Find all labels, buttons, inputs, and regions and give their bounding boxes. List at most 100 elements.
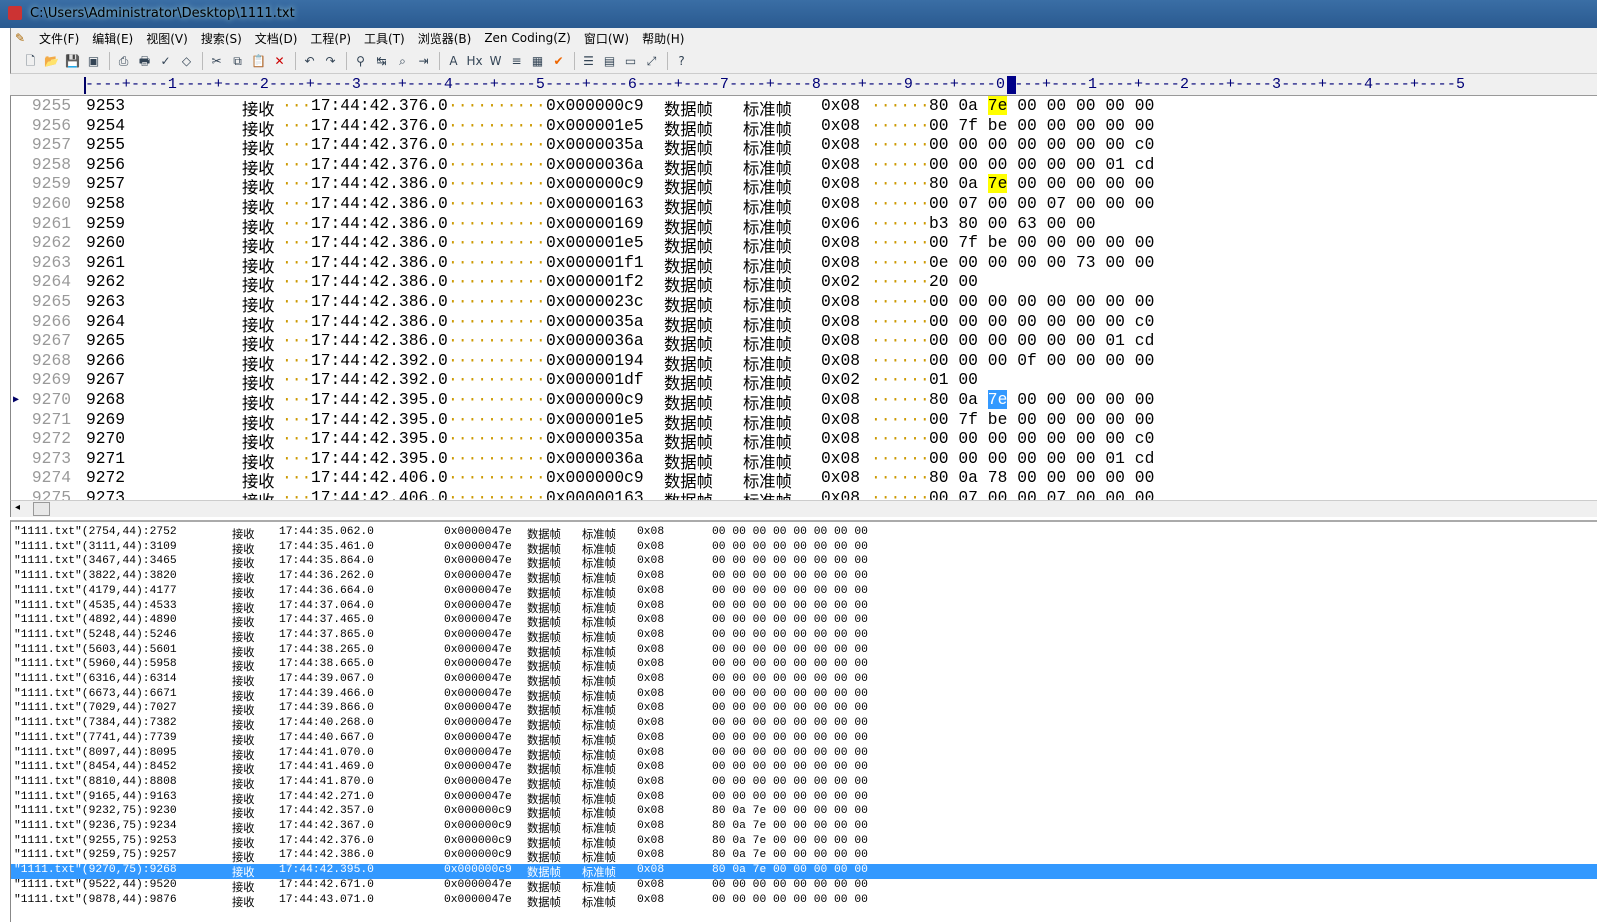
menu-item[interactable]: 文档(D) xyxy=(255,30,298,47)
editor-line[interactable]: 9263 9261 接收 ··· 17:44:42.386.0 ·········· 0x0… xyxy=(11,253,1597,277)
whitespace: ······ xyxy=(871,96,930,115)
menu-item[interactable]: Zen Coding(Z) xyxy=(484,31,571,45)
output-result-line[interactable]: "1111.txt"(3111,44):3109 接收 17:44:35.461.0… xyxy=(11,541,1597,557)
panel-icon[interactable]: ▤ xyxy=(600,52,619,70)
new-file-icon[interactable]: 🗋 xyxy=(21,52,40,70)
output-result-line[interactable]: "1111.txt"(2754,44):2752 接收 17:44:35.062.0… xyxy=(11,526,1597,542)
replace-icon[interactable]: ↹ xyxy=(372,52,391,70)
dlc: 0x08 xyxy=(637,599,665,612)
print-preview-icon[interactable]: ⎙ xyxy=(114,52,133,70)
editor-line[interactable]: 9264 9262 接收 ··· 17:44:42.386.0 ·········· 0x0… xyxy=(11,272,1597,296)
horizontal-scrollbar[interactable]: ◂ xyxy=(10,500,1597,517)
editor-line[interactable]: 9256 9254 接收 ··· 17:44:42.376.0 ·········· 0x0… xyxy=(11,116,1597,140)
output-result-line[interactable]: "1111.txt"(5603,44):5601 接收 17:44:38.265.0… xyxy=(11,644,1597,660)
output-result-line[interactable]: "1111.txt"(4892,44):4890 接收 17:44:37.465.0… xyxy=(11,614,1597,630)
editor-line[interactable]: 9266 9264 接收 ··· 17:44:42.386.0 ·········· 0x0… xyxy=(11,312,1597,336)
output-result-line[interactable]: "1111.txt"(5248,44):5246 接收 17:44:37.865.0… xyxy=(11,629,1597,645)
output-result-line[interactable]: "1111.txt"(8097,44):8095 接收 17:44:41.070.0… xyxy=(11,747,1597,763)
save-icon[interactable]: 💾 xyxy=(63,52,82,70)
paste-icon[interactable]: 📋 xyxy=(249,52,268,70)
open-icon[interactable]: 📂 xyxy=(42,52,61,70)
editor-line[interactable]: 9268 9266 接收 ··· 17:44:42.392.0 ·········· 0x0… xyxy=(11,351,1597,375)
help-icon[interactable]: ? xyxy=(672,52,691,70)
cut-icon[interactable]: ✂ xyxy=(207,52,226,70)
check-icon[interactable]: ✔ xyxy=(549,52,568,70)
scroll-left-arrow-icon[interactable]: ◂ xyxy=(15,502,20,513)
editor-line[interactable]: 9260 9258 接收 ··· 17:44:42.386.0 ·········· 0x0… xyxy=(11,194,1597,218)
editor-line[interactable]: 92759273接收···17:44:42.406.0··········0x0… xyxy=(11,488,1597,500)
menu-item[interactable]: 视图(V) xyxy=(146,30,188,47)
menu-item[interactable]: 窗口(W) xyxy=(584,30,629,47)
copy-icon[interactable]: ⧉ xyxy=(228,52,247,70)
editor-line[interactable]: 9273 9271 接收 ··· 17:44:42.395.0 ·········· 0x0… xyxy=(11,449,1597,473)
dlc: 0x08 xyxy=(637,584,665,597)
hex-icon[interactable]: Hx xyxy=(465,52,484,70)
output-result-line[interactable]: "1111.txt"(3822,44):3820 接收 17:44:36.262.0… xyxy=(11,570,1597,586)
output-result-line[interactable]: "1111.txt"(4179,44):4177 接收 17:44:36.664.0… xyxy=(11,584,1597,601)
spell-check-icon[interactable]: ✓ xyxy=(156,52,175,70)
data-byte: 00 xyxy=(1046,174,1067,194)
output-result-line[interactable]: "1111.txt"(8454,44):8452 接收 17:44:41.469.0… xyxy=(11,761,1597,777)
output-result-line[interactable]: "1111.txt"(9878,44):9876 接收 17:44:43.071.0… xyxy=(11,894,1597,910)
title-bar: C:\Users\Administrator\Desktop\1111.txt xyxy=(0,0,1597,28)
print-icon[interactable]: 🖶 xyxy=(135,52,154,70)
output-result-line[interactable]: "1111.txt"(9236,75):9234 接收 17:44:42.367.0… xyxy=(11,820,1597,836)
output-result-line[interactable]: "1111.txt"(9255,75):9253 接收 17:44:42.376.0… xyxy=(11,835,1597,851)
column-mode-icon[interactable]: ▦ xyxy=(528,52,547,70)
list-icon[interactable]: ☰ xyxy=(579,52,598,70)
output-icon[interactable]: ▭ xyxy=(621,52,640,70)
redo-icon[interactable]: ↷ xyxy=(321,52,340,70)
html-preview-icon[interactable]: ◇ xyxy=(177,52,196,70)
output-result-line[interactable]: "1111.txt"(7029,44):7027 接收 17:44:39.866.0… xyxy=(11,702,1597,718)
editor-line[interactable]: 9271 9269 接收 ··· 17:44:42.395.0 ·········· 0x0… xyxy=(11,410,1597,434)
editor-line[interactable]: 9259 9257 接收 ··· 17:44:42.386.0 ·········· 0x0… xyxy=(11,174,1597,198)
output-result-line[interactable]: "1111.txt"(5960,44):5958 接收 17:44:38.665.0… xyxy=(11,658,1597,674)
menu-item[interactable]: 搜索(S) xyxy=(201,30,242,47)
editor-line[interactable]: 9258 9256 接收 ··· 17:44:42.376.0 ·········· 0x0… xyxy=(11,155,1597,179)
find-icon[interactable]: ⚲ xyxy=(351,52,370,70)
editor-line[interactable]: 9267 9265 接收 ··· 17:44:42.386.0 ·········· 0x0… xyxy=(11,331,1597,355)
editor-line[interactable]: 9272 9270 接收 ··· 17:44:42.395.0 ·········· 0x0… xyxy=(11,429,1597,453)
data-byte: 7f xyxy=(958,233,978,253)
output-result-line[interactable]: "1111.txt"(6316,44):6314 接收 17:44:39.067.0… xyxy=(11,673,1597,689)
dlc: 0x08 xyxy=(821,292,861,311)
text-editor[interactable]: 9255 9253 接收 ··· 17:44:42.376.0 ·········· 0x0… xyxy=(10,96,1597,500)
menu-item[interactable]: 编辑(E) xyxy=(92,30,133,47)
word-wrap-icon[interactable]: W xyxy=(486,52,505,70)
output-result-line[interactable]: "1111.txt"(4535,44):4533 接收 17:44:37.064.0… xyxy=(11,599,1597,616)
output-result-line[interactable]: "1111.txt"(7741,44):7739 接收 17:44:40.667.0… xyxy=(11,732,1597,748)
fullscreen-icon[interactable]: ⤢ xyxy=(642,52,661,70)
menu-item[interactable]: 工具(T) xyxy=(364,30,405,47)
output-result-line[interactable]: "1111.txt"(9522,44):9520 接收 17:44:42.671.0… xyxy=(11,879,1597,895)
indent-icon[interactable]: ⇥ xyxy=(414,52,433,70)
data-byte: 00 xyxy=(1105,390,1125,409)
editor-line[interactable]: 9274 9272 接收 ··· 17:44:42.406.0 ·········· 0x0… xyxy=(11,468,1597,492)
output-result-line[interactable]: "1111.txt"(8810,44):8808 接收 17:44:41.870.0… xyxy=(11,776,1597,792)
editor-line[interactable]: 9269 9267 接收 ··· 17:44:42.392.0 ·········· 0x0… xyxy=(11,370,1597,394)
save-all-icon[interactable]: ▣ xyxy=(84,52,103,70)
scrollbar-thumb[interactable] xyxy=(33,502,50,516)
output-result-line[interactable]: "1111.txt"(9259,75):9257 接收 17:44:42.386.0… xyxy=(11,849,1597,865)
line-numbers-icon[interactable]: ≡ xyxy=(507,52,526,70)
find-in-files-icon[interactable]: ⌕ xyxy=(393,52,412,70)
delete-icon[interactable]: ✕ xyxy=(270,52,289,70)
output-panel[interactable]: "1111.txt"(2754,44):2752 接收 17:44:35.062.0… xyxy=(10,520,1597,922)
output-result-line[interactable]: "1111.txt"(7384,44):7382 接收 17:44:40.268.0… xyxy=(11,717,1597,733)
output-result-line[interactable]: "1111.txt"(9165,44):9163 接收 17:44:42.271.0… xyxy=(11,791,1597,807)
menu-item[interactable]: 浏览器(B) xyxy=(418,30,472,47)
editor-line[interactable]: 9262 9260 接收 ··· 17:44:42.386.0 ·········· 0x0… xyxy=(11,233,1597,257)
editor-line[interactable]: 9261 9259 接收 ··· 17:44:42.386.0 ·········· 0x0… xyxy=(11,214,1597,238)
editor-line[interactable]: 9257 9255 接收 ··· 17:44:42.376.0 ·········· 0x0… xyxy=(11,135,1597,159)
editor-line[interactable]: ▶ 9270 9268 接收 ··· 17:44:42.395.0 ·········· 0x… xyxy=(11,390,1597,414)
output-result-line[interactable]: "1111.txt"(3467,44):3465 接收 17:44:35.864.0… xyxy=(11,555,1597,571)
editor-line[interactable]: 9255 9253 接收 ··· 17:44:42.376.0 ·········· 0x0… xyxy=(11,96,1597,120)
undo-icon[interactable]: ↶ xyxy=(300,52,319,70)
menu-item[interactable]: 工程(P) xyxy=(310,30,351,47)
output-result-line[interactable]: "1111.txt"(6673,44):6671 接收 17:44:39.466.0… xyxy=(11,688,1597,704)
font-icon[interactable]: A xyxy=(444,52,463,70)
output-result-line[interactable]: "1111.txt"(9232,75):9230 接收 17:44:42.357.0… xyxy=(11,805,1597,821)
editor-line[interactable]: 9265 9263 接收 ··· 17:44:42.386.0 ·········· 0x0… xyxy=(11,292,1597,316)
output-result-line[interactable]: "1111.txt"(9270,75):9268 接收 17:44:42.395.0… xyxy=(11,864,1597,880)
menu-item[interactable]: 文件(F) xyxy=(39,30,79,47)
menu-item[interactable]: 帮助(H) xyxy=(642,30,684,47)
